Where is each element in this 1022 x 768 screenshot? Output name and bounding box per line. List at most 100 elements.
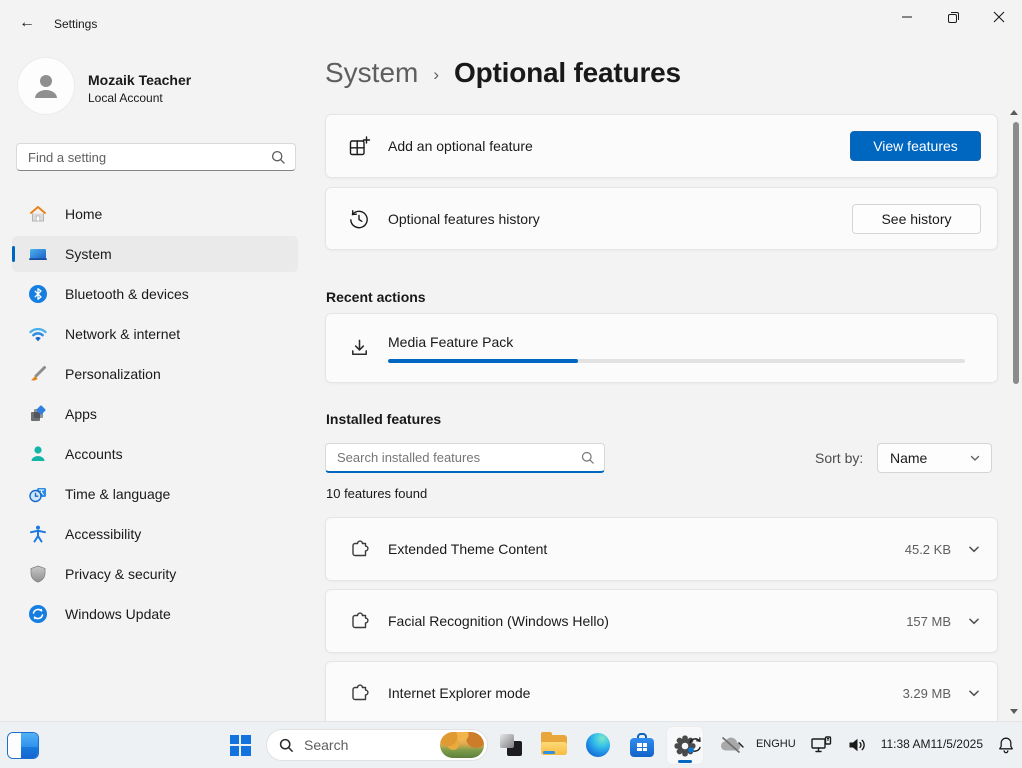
search-installed-box (325, 443, 605, 473)
minimize-button[interactable] (884, 0, 930, 34)
user-name: Mozaik Teacher (88, 72, 191, 88)
store-button[interactable] (625, 729, 659, 761)
taskbar-app-button[interactable] (494, 729, 528, 761)
clock-language-icon (28, 484, 48, 504)
see-history-button[interactable]: See history (852, 204, 981, 234)
widgets-icon (8, 733, 38, 758)
windows-update-icon (28, 604, 48, 624)
settings-window: ← Settings Mozaik Teacher Local Account (0, 0, 1022, 768)
store-icon (630, 733, 654, 757)
sidebar-item-label: Privacy & security (65, 566, 176, 582)
recent-actions-heading: Recent actions (326, 289, 426, 305)
restore-button[interactable] (930, 0, 976, 34)
volume-tray-icon[interactable] (846, 734, 868, 756)
scroll-down-arrow[interactable] (1010, 709, 1018, 714)
system-icon (28, 244, 48, 264)
network-tray-icon[interactable] (809, 734, 833, 756)
file-explorer-button[interactable] (537, 729, 571, 761)
sidebar-item-label: System (65, 246, 112, 262)
chevron-down-icon[interactable] (967, 686, 981, 700)
close-button[interactable] (976, 0, 1022, 34)
sidebar-item-label: Accessibility (65, 526, 141, 542)
sidebar-item-time-language[interactable]: Time & language (12, 476, 298, 512)
feature-row[interactable]: Extended Theme Content 45.2 KB (325, 517, 998, 581)
history-label: Optional features history (388, 211, 852, 227)
chevron-down-icon[interactable] (967, 614, 981, 628)
search-installed-input[interactable] (326, 444, 604, 471)
window-title: Settings (54, 17, 97, 31)
view-features-button[interactable]: View features (850, 131, 981, 161)
accounts-icon (28, 444, 48, 464)
shield-icon (28, 564, 48, 584)
taskbar-search-label: Search (304, 737, 430, 753)
edge-button[interactable] (581, 729, 615, 761)
sidebar-item-home[interactable]: Home (12, 196, 298, 232)
minimize-icon (901, 11, 913, 23)
sidebar-item-apps[interactable]: Apps (12, 396, 298, 432)
sidebar-item-accessibility[interactable]: Accessibility (12, 516, 298, 552)
scrollbar-thumb[interactable] (1013, 122, 1019, 384)
language-primary: ENG (756, 738, 780, 752)
feature-name: Extended Theme Content (388, 541, 905, 557)
find-a-setting-input[interactable] (17, 144, 295, 170)
puzzle-icon (346, 538, 372, 560)
window-controls (884, 0, 1022, 34)
wifi-icon (28, 324, 48, 344)
restore-icon (947, 11, 960, 24)
sidebar-item-network-internet[interactable]: Network & internet (12, 316, 298, 352)
sidebar-item-system[interactable]: System (12, 236, 298, 272)
sort-dropdown[interactable]: Name (877, 443, 992, 473)
tray-time: 11:38 AM (881, 737, 931, 753)
add-feature-label: Add an optional feature (388, 138, 850, 154)
user-account-type: Local Account (88, 91, 163, 105)
notifications-bell-icon[interactable] (996, 735, 1016, 755)
feature-row[interactable]: Facial Recognition (Windows Hello) 157 M… (325, 589, 998, 653)
taskbar: Search (0, 721, 1022, 768)
features-history-card: Optional features history See history (325, 187, 998, 250)
widgets-button[interactable] (8, 730, 50, 760)
sidebar-item-accounts[interactable]: Accounts (12, 436, 298, 472)
find-a-setting-box (16, 143, 296, 171)
puzzle-icon (346, 610, 372, 632)
chevron-down-icon[interactable] (967, 542, 981, 556)
page-title: Optional features (454, 57, 681, 89)
download-icon (346, 337, 372, 360)
sidebar-item-label: Personalization (65, 366, 161, 382)
onedrive-paused-icon[interactable] (719, 735, 743, 755)
search-highlight-image[interactable] (440, 732, 484, 758)
sidebar-item-windows-update[interactable]: Windows Update (12, 596, 298, 632)
recent-action-card: Media Feature Pack (325, 313, 998, 383)
sidebar-item-privacy-security[interactable]: Privacy & security (12, 556, 298, 592)
feature-name: Internet Explorer mode (388, 685, 903, 701)
sidebar-item-label: Windows Update (65, 606, 171, 622)
feature-row[interactable]: Internet Explorer mode 3.29 MB (325, 661, 998, 725)
sidebar-item-personalization[interactable]: Personalization (12, 356, 298, 392)
add-optional-feature-card: Add an optional feature View features (325, 114, 998, 178)
sidebar-item-bluetooth-devices[interactable]: Bluetooth & devices (12, 276, 298, 312)
breadcrumb-system[interactable]: System (325, 57, 418, 89)
language-indicator[interactable]: ENG HU (756, 738, 796, 752)
search-icon (279, 738, 294, 753)
puzzle-icon (346, 682, 372, 704)
apps-icon (28, 404, 48, 424)
breadcrumb-separator-icon: › (433, 62, 439, 85)
back-button[interactable]: ← (8, 8, 46, 38)
avatar[interactable] (18, 58, 74, 114)
sidebar-item-label: Home (65, 206, 102, 222)
recent-action-name: Media Feature Pack (388, 334, 981, 350)
feature-size: 3.29 MB (903, 686, 951, 701)
sync-tray-icon[interactable] (684, 734, 706, 756)
selected-indicator (12, 246, 15, 262)
language-secondary: HU (780, 738, 796, 752)
scroll-up-arrow[interactable] (1010, 110, 1018, 115)
system-tray: ENG HU 11:38 AM 11/5/2025 (684, 722, 1016, 768)
sort-value: Name (890, 450, 927, 466)
clock-tray[interactable]: 11:38 AM 11/5/2025 (881, 737, 983, 753)
sidebar-nav: Home System Bluetooth & devices Network … (12, 196, 298, 636)
search-icon (271, 150, 286, 165)
features-count: 10 features found (326, 486, 427, 501)
feature-size: 45.2 KB (905, 542, 951, 557)
breadcrumb: System › Optional features (325, 57, 681, 89)
taskbar-search[interactable]: Search (266, 729, 488, 761)
start-button[interactable] (223, 729, 257, 761)
